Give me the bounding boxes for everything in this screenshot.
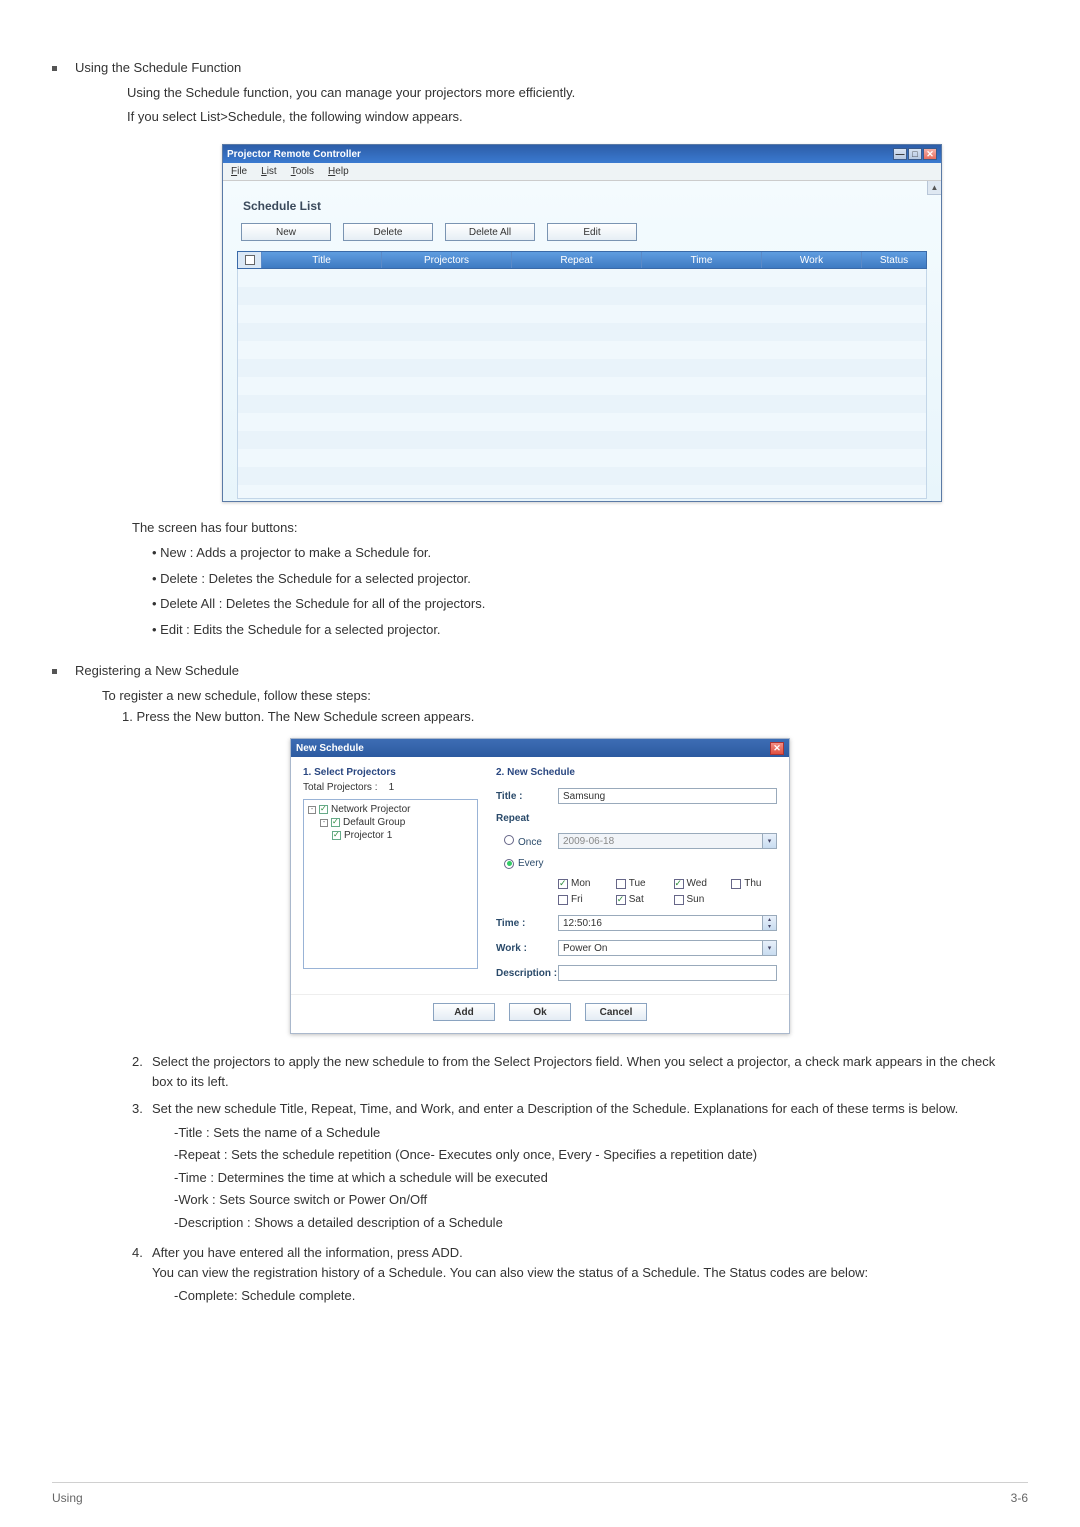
new-button[interactable]: New bbox=[241, 223, 331, 241]
menubar: File List Tools Help bbox=[223, 163, 941, 181]
total-projectors-label: Total Projectors : 1 bbox=[303, 782, 478, 793]
bullet-icon bbox=[52, 66, 57, 71]
work-select[interactable]: Power On ▾ bbox=[558, 940, 777, 956]
section-title-2: Registering a New Schedule bbox=[75, 663, 239, 678]
col-title[interactable]: Title bbox=[262, 252, 382, 268]
schedule-list-heading: Schedule List bbox=[243, 199, 927, 213]
day-thu[interactable]: Thu bbox=[731, 878, 777, 889]
def-repeat: -Repeat : Sets the schedule repetition (… bbox=[174, 1145, 998, 1165]
intro-line-2: If you select List>Schedule, the followi… bbox=[127, 107, 1028, 127]
screenshot-schedule-list: Projector Remote Controller — □ ✕ File L… bbox=[222, 144, 942, 502]
def-work: -Work : Sets Source switch or Power On/O… bbox=[174, 1190, 998, 1210]
select-projectors-header: 1. Select Projectors bbox=[303, 767, 478, 778]
section-title-1: Using the Schedule Function bbox=[75, 60, 241, 75]
four-buttons-intro: The screen has four buttons: bbox=[132, 520, 1028, 535]
step-2-text: Select the projectors to apply the new s… bbox=[152, 1052, 998, 1091]
label-work: Work : bbox=[496, 943, 558, 954]
add-button[interactable]: Add bbox=[433, 1003, 495, 1021]
btn-desc-delete-all: • Delete All : Deletes the Schedule for … bbox=[152, 594, 1028, 614]
footer-left: Using bbox=[52, 1491, 83, 1505]
menu-file[interactable]: File bbox=[231, 166, 247, 177]
step-num-2: 2. bbox=[132, 1052, 152, 1091]
label-description: Description : bbox=[496, 968, 558, 979]
radio-once-row[interactable]: Once bbox=[496, 835, 558, 848]
menu-help[interactable]: Help bbox=[328, 166, 349, 177]
day-tue[interactable]: Tue bbox=[616, 878, 662, 889]
menu-list[interactable]: List bbox=[261, 166, 277, 177]
dialog-title: New Schedule bbox=[296, 743, 770, 754]
title-input[interactable]: Samsung bbox=[558, 788, 777, 804]
description-input[interactable] bbox=[558, 965, 777, 981]
step-4b-text: You can view the registration history of… bbox=[152, 1263, 998, 1283]
col-projectors[interactable]: Projectors bbox=[382, 252, 512, 268]
bullet-icon bbox=[52, 669, 57, 674]
def-description: -Description : Shows a detailed descript… bbox=[174, 1213, 998, 1233]
step-num-4: 4. bbox=[132, 1243, 152, 1309]
window-maximize-icon[interactable]: □ bbox=[908, 148, 922, 160]
edit-button[interactable]: Edit bbox=[547, 223, 637, 241]
footer-right: 3-6 bbox=[1011, 1491, 1028, 1505]
def-complete: -Complete: Schedule complete. bbox=[174, 1286, 998, 1306]
intro-line-1: Using the Schedule function, you can man… bbox=[127, 83, 1028, 103]
day-wed[interactable]: Wed bbox=[674, 878, 720, 889]
spin-icon[interactable]: ▴▾ bbox=[762, 916, 776, 930]
col-status[interactable]: Status bbox=[862, 252, 926, 268]
step-4-text: After you have entered all the informati… bbox=[152, 1243, 998, 1263]
menu-tools[interactable]: Tools bbox=[291, 166, 314, 177]
tree-checkbox[interactable] bbox=[319, 805, 328, 814]
btn-desc-new: • New : Adds a projector to make a Sched… bbox=[152, 543, 1028, 563]
day-sun[interactable]: Sun bbox=[674, 894, 720, 905]
btn-desc-delete: • Delete : Deletes the Schedule for a se… bbox=[152, 569, 1028, 589]
window-title: Projector Remote Controller bbox=[227, 149, 893, 160]
col-work[interactable]: Work bbox=[762, 252, 862, 268]
step-num-3: 3. bbox=[132, 1099, 152, 1235]
def-title: -Title : Sets the name of a Schedule bbox=[174, 1123, 998, 1143]
register-intro: To register a new schedule, follow these… bbox=[102, 688, 1028, 703]
table-body-empty bbox=[237, 269, 927, 499]
def-time: -Time : Determines the time at which a s… bbox=[174, 1168, 998, 1188]
window-minimize-icon[interactable]: — bbox=[893, 148, 907, 160]
projector-tree[interactable]: -Network Projector -Default Group Projec… bbox=[303, 799, 478, 969]
col-repeat[interactable]: Repeat bbox=[512, 252, 642, 268]
tree-expand-icon[interactable]: - bbox=[308, 806, 316, 814]
label-time: Time : bbox=[496, 918, 558, 929]
ok-button[interactable]: Ok bbox=[509, 1003, 571, 1021]
tree-checkbox[interactable] bbox=[332, 831, 341, 840]
date-input: 2009-06-18 ▾ bbox=[558, 833, 777, 849]
scroll-up-icon[interactable]: ▲ bbox=[927, 181, 941, 195]
day-fri[interactable]: Fri bbox=[558, 894, 604, 905]
col-time[interactable]: Time bbox=[642, 252, 762, 268]
delete-button[interactable]: Delete bbox=[343, 223, 433, 241]
label-repeat: Repeat bbox=[496, 813, 558, 824]
cancel-button[interactable]: Cancel bbox=[585, 1003, 647, 1021]
dropdown-icon[interactable]: ▾ bbox=[762, 941, 776, 955]
table-header: Title Projectors Repeat Time Work Status bbox=[237, 251, 927, 269]
delete-all-button[interactable]: Delete All bbox=[445, 223, 535, 241]
day-sat[interactable]: Sat bbox=[616, 894, 662, 905]
step-1: 1. Press the New button. The New Schedul… bbox=[122, 709, 1028, 724]
new-schedule-header: 2. New Schedule bbox=[496, 767, 777, 778]
label-title: Title : bbox=[496, 791, 558, 802]
radio-every-row[interactable]: Every bbox=[496, 858, 558, 869]
day-mon[interactable]: Mon bbox=[558, 878, 604, 889]
dropdown-icon: ▾ bbox=[762, 834, 776, 848]
tree-expand-icon[interactable]: - bbox=[320, 819, 328, 827]
step-3-text: Set the new schedule Title, Repeat, Time… bbox=[152, 1099, 998, 1119]
select-all-checkbox[interactable] bbox=[245, 255, 255, 265]
time-input[interactable]: 12:50:16 ▴▾ bbox=[558, 915, 777, 931]
btn-desc-edit: • Edit : Edits the Schedule for a select… bbox=[152, 620, 1028, 640]
screenshot-new-schedule: New Schedule ✕ 1. Select Projectors Tota… bbox=[290, 738, 790, 1034]
window-close-icon[interactable]: ✕ bbox=[923, 148, 937, 160]
dialog-close-icon[interactable]: ✕ bbox=[770, 742, 784, 755]
tree-checkbox[interactable] bbox=[331, 818, 340, 827]
